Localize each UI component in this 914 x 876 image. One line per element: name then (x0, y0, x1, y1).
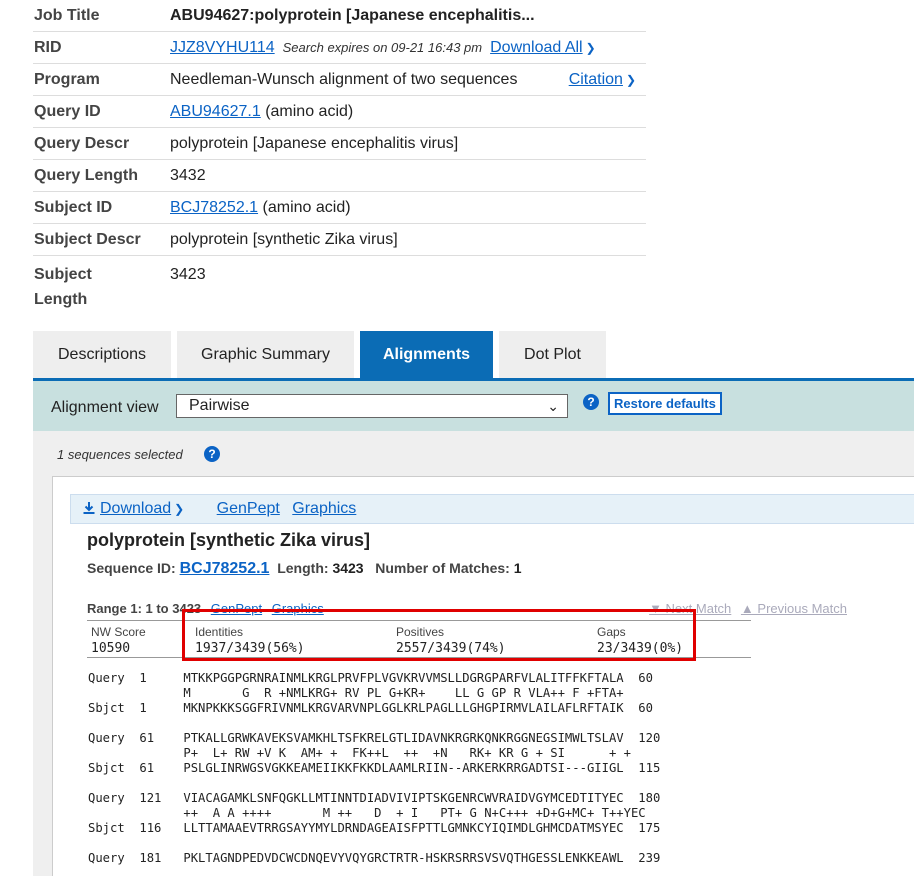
subject-length-value: 3423 (170, 266, 206, 283)
query-id-cell: ABU94627.1 (amino acid) (170, 103, 646, 121)
summary-row-query-id: Query ID ABU94627.1 (amino acid) (33, 96, 646, 128)
tab-descriptions[interactable]: Descriptions (33, 331, 171, 378)
query-length-value: 3432 (170, 166, 206, 184)
citation-menu[interactable]: Citation ❯ (569, 71, 636, 89)
summary-row-program: Program Needleman-Wunsch alignment of tw… (33, 64, 646, 96)
subject-id-label: Subject ID (34, 198, 113, 216)
job-title-value: ABU94627:polyprotein [Japanese encephali… (170, 6, 535, 24)
download-icon (83, 502, 95, 514)
alignment-panel: Download ❯ GenPept Graphics polyprotein [… (52, 476, 914, 876)
query-id-type: (amino acid) (265, 102, 354, 120)
rid-label: RID (34, 38, 62, 56)
query-descr-label: Query Descr (34, 134, 130, 152)
program-label: Program (34, 70, 100, 88)
sequences-selected-count: 1 sequences selected (57, 447, 183, 462)
sequence-id-link[interactable]: BCJ78252.1 (180, 560, 270, 577)
rid-link[interactable]: JJZ8VYHU114 (170, 39, 275, 56)
tab-dot-plot[interactable]: Dot Plot (499, 331, 606, 378)
summary-row-job-title: Job Title ABU94627:polyprotein [Japanese… (33, 0, 646, 32)
sequence-length: 3423 (332, 560, 364, 576)
subject-descr-value: polyprotein [synthetic Zika virus] (170, 230, 398, 248)
alignment-scores: NW Score 10590 Identities 1937/3439(56%)… (87, 609, 751, 661)
query-id-label: Query ID (34, 102, 101, 120)
subject-id-link[interactable]: BCJ78252.1 (170, 199, 258, 216)
summary-row-query-length: Query Length 3432 (33, 160, 646, 192)
search-expires-text: Search expires on 09-21 16:43 pm (282, 39, 483, 55)
query-id-link[interactable]: ABU94627.1 (170, 103, 261, 120)
previous-match-link[interactable]: ▲ Previous Match (741, 601, 847, 616)
chevron-down-icon[interactable]: ❯ (626, 73, 636, 87)
nw-score: NW Score 10590 (91, 625, 146, 656)
alignment-view-selected: Pairwise (189, 397, 250, 414)
sequence-info: Sequence ID: BCJ78252.1 Length: 3423 Num… (87, 560, 522, 577)
restore-defaults-button[interactable]: Restore defaults (608, 392, 722, 415)
alignment-results: 1 sequences selected ? Download ❯ GenPept… (33, 431, 914, 876)
job-title-label: Job Title (34, 6, 100, 24)
alignment-toolbar: Download ❯ GenPept Graphics (70, 494, 914, 524)
summary-row-subject-length: Subject Length 3423 (33, 256, 646, 315)
pairwise-alignment-text: Query 1 MTKKPGGPGRNRAINMLKRGLPRVFPLVGVKR… (88, 671, 661, 865)
chevron-down-icon[interactable]: ❯ (586, 41, 596, 55)
summary-row-subject-descr: Subject Descr polyprotein [synthetic Zik… (33, 224, 646, 256)
highlight-box (182, 609, 696, 661)
alignment-view-label: Alignment view (51, 399, 159, 416)
subject-id-cell: BCJ78252.1 (amino acid) (170, 199, 646, 217)
results-tabs: Descriptions Graphic Summary Alignments … (33, 331, 612, 378)
subject-length-label: Subject Length (34, 266, 92, 308)
alignment-view-select[interactable]: Pairwise ⌄ (176, 394, 568, 418)
tab-graphic-summary[interactable]: Graphic Summary (177, 331, 354, 378)
summary-row-query-descr: Query Descr polyprotein [Japanese enceph… (33, 128, 646, 160)
subject-id-type: (amino acid) (262, 198, 351, 216)
alignment-view-bar: Alignment view Pairwise ⌄ ? Restore defa… (33, 381, 914, 431)
help-icon[interactable]: ? (204, 446, 220, 462)
rid-value-cell: JJZ8VYHU114 Search expires on 09-21 16:43… (170, 39, 646, 57)
match-count: 1 (513, 560, 522, 576)
download-all-link[interactable]: Download All (490, 39, 583, 56)
sequence-title: polyprotein [synthetic Zika virus] (87, 530, 371, 550)
chevron-down-icon[interactable]: ❯ (174, 495, 184, 523)
query-length-label: Query Length (34, 166, 139, 184)
subject-descr-label: Subject Descr (34, 230, 141, 248)
download-link[interactable]: Download (100, 500, 171, 517)
help-icon[interactable]: ? (583, 394, 599, 410)
citation-link[interactable]: Citation (569, 71, 623, 88)
genpept-link[interactable]: GenPept (217, 500, 280, 517)
summary-row-rid: RID JJZ8VYHU114 Search expires on 09-21 1… (33, 32, 646, 64)
chevron-down-icon: ⌄ (547, 398, 559, 414)
graphics-link[interactable]: Graphics (292, 500, 356, 517)
tab-alignments[interactable]: Alignments (360, 331, 493, 378)
query-descr-value: polyprotein [Japanese encephalitis virus… (170, 134, 459, 152)
job-summary-table: Job Title ABU94627:polyprotein [Japanese… (33, 0, 646, 315)
download-menu[interactable]: Download ❯ (83, 500, 189, 517)
summary-row-subject-id: Subject ID BCJ78252.1 (amino acid) (33, 192, 646, 224)
